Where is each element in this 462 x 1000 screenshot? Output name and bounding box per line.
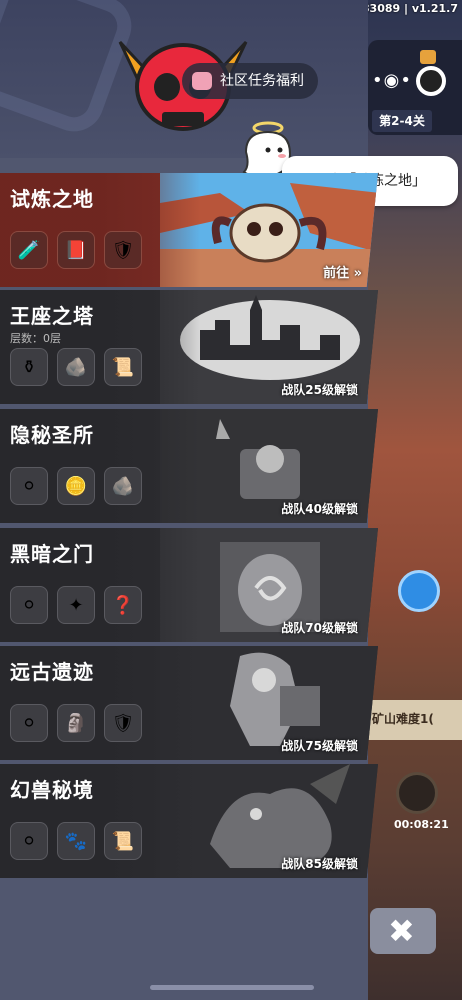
reward-badge-icon: 🛡 [104, 231, 142, 269]
unlock-requirement: 战队75级解锁 [281, 739, 358, 753]
reward-rune-icon: 🪨 [57, 348, 95, 386]
card-title: 隐秘圣所 [10, 423, 94, 447]
reward-ore-icon: 🪨 [104, 467, 142, 505]
community-task-button[interactable]: 社区任务福利 [182, 63, 318, 99]
close-icon: ✖ [388, 912, 415, 950]
card-title: 王座之塔 [10, 304, 94, 328]
stage-label: 第2-4关 [372, 110, 432, 132]
reward-potion-icon: 🧪 [10, 231, 48, 269]
community-task-label: 社区任务福利 [220, 73, 304, 89]
reward-book-icon: 📕 [57, 231, 95, 269]
dungeon-card-throne-tower[interactable]: 王座之塔 层数：0层 ⚱ 🪨 📜 战队25级解锁 [0, 290, 378, 404]
reward-coin-icon: ⚪ [10, 586, 48, 624]
unlock-requirement: 战队40级解锁 [281, 502, 358, 516]
chest-timer: 00:08:21 [394, 818, 449, 831]
reward-scroll-icon: 📜 [104, 348, 142, 386]
reward-icons: ⚪ 🐾 📜 [10, 822, 142, 860]
mine-difficulty-label: 矿山难度1( [368, 700, 462, 740]
dungeon-side-panel: 社区任务福利 点击「试炼之地」 试炼之地 🧪 📕 🛡 前往 » [0, 0, 458, 1000]
card-title: 幻兽秘境 [10, 778, 94, 802]
unlock-requirement: 战队70级解锁 [281, 621, 358, 635]
gift-icon [192, 72, 212, 90]
unlock-requirement: 战队25级解锁 [281, 383, 358, 397]
card-title: 黑暗之门 [10, 542, 94, 566]
dungeon-card-beast-realm[interactable]: 幻兽秘境 ⚪ 🐾 📜 战队85级解锁 [0, 764, 378, 878]
unlock-requirement: 战队85级解锁 [281, 857, 358, 871]
home-indicator [150, 985, 314, 990]
dungeon-card-hidden-sanctuary[interactable]: 隐秘圣所 ⚪ 🪙 🪨 战队40级解锁 [0, 409, 378, 523]
card-title: 试炼之地 [10, 187, 94, 211]
reward-armor-icon: 🛡 [104, 704, 142, 742]
reward-scroll-icon: 📜 [104, 822, 142, 860]
chat-bubble-icon[interactable] [398, 570, 440, 612]
reward-crystal-icon: 🗿 [57, 704, 95, 742]
reward-icons: ⚪ 🪙 🪨 [10, 467, 142, 505]
reward-coin-icon: ⚪ [10, 822, 48, 860]
reward-icons: ⚱ 🪨 📜 [10, 348, 142, 386]
reward-coin-icon: ⚪ [10, 467, 48, 505]
record-icon[interactable] [416, 66, 446, 96]
floor-count: 层数：0层 [10, 332, 61, 345]
dungeon-card-dark-gate[interactable]: 黑暗之门 ⚪ ✦ ❓ 战队70级解锁 [0, 528, 378, 642]
reward-icons: ⚪ 🗿 🛡 [10, 704, 142, 742]
reward-paw-icon: 🐾 [57, 822, 95, 860]
reward-coin-icon: ⚪ [10, 704, 48, 742]
reward-icons: 🧪 📕 🛡 [10, 231, 142, 269]
more-dots-icon: •◉• [372, 70, 412, 91]
background-game-scene [368, 0, 462, 1000]
reward-star-icon: ✦ [57, 586, 95, 624]
reward-medal-icon: 🪙 [57, 467, 95, 505]
reward-unknown-icon: ❓ [104, 586, 142, 624]
reward-pot-icon: ⚱ [10, 348, 48, 386]
card-title: 远古遗迹 [10, 660, 94, 684]
dungeon-card-ancient-ruins[interactable]: 远古遗迹 ⚪ 🗿 🛡 战队75级解锁 [0, 646, 378, 760]
cat-icon [420, 50, 436, 64]
treasure-chest-icon[interactable] [396, 772, 438, 814]
reward-icons: ⚪ ✦ ❓ [10, 586, 142, 624]
go-button[interactable]: 前往 » [323, 262, 362, 281]
dungeon-card-trial[interactable]: 试炼之地 🧪 📕 🛡 前往 » [0, 173, 378, 287]
